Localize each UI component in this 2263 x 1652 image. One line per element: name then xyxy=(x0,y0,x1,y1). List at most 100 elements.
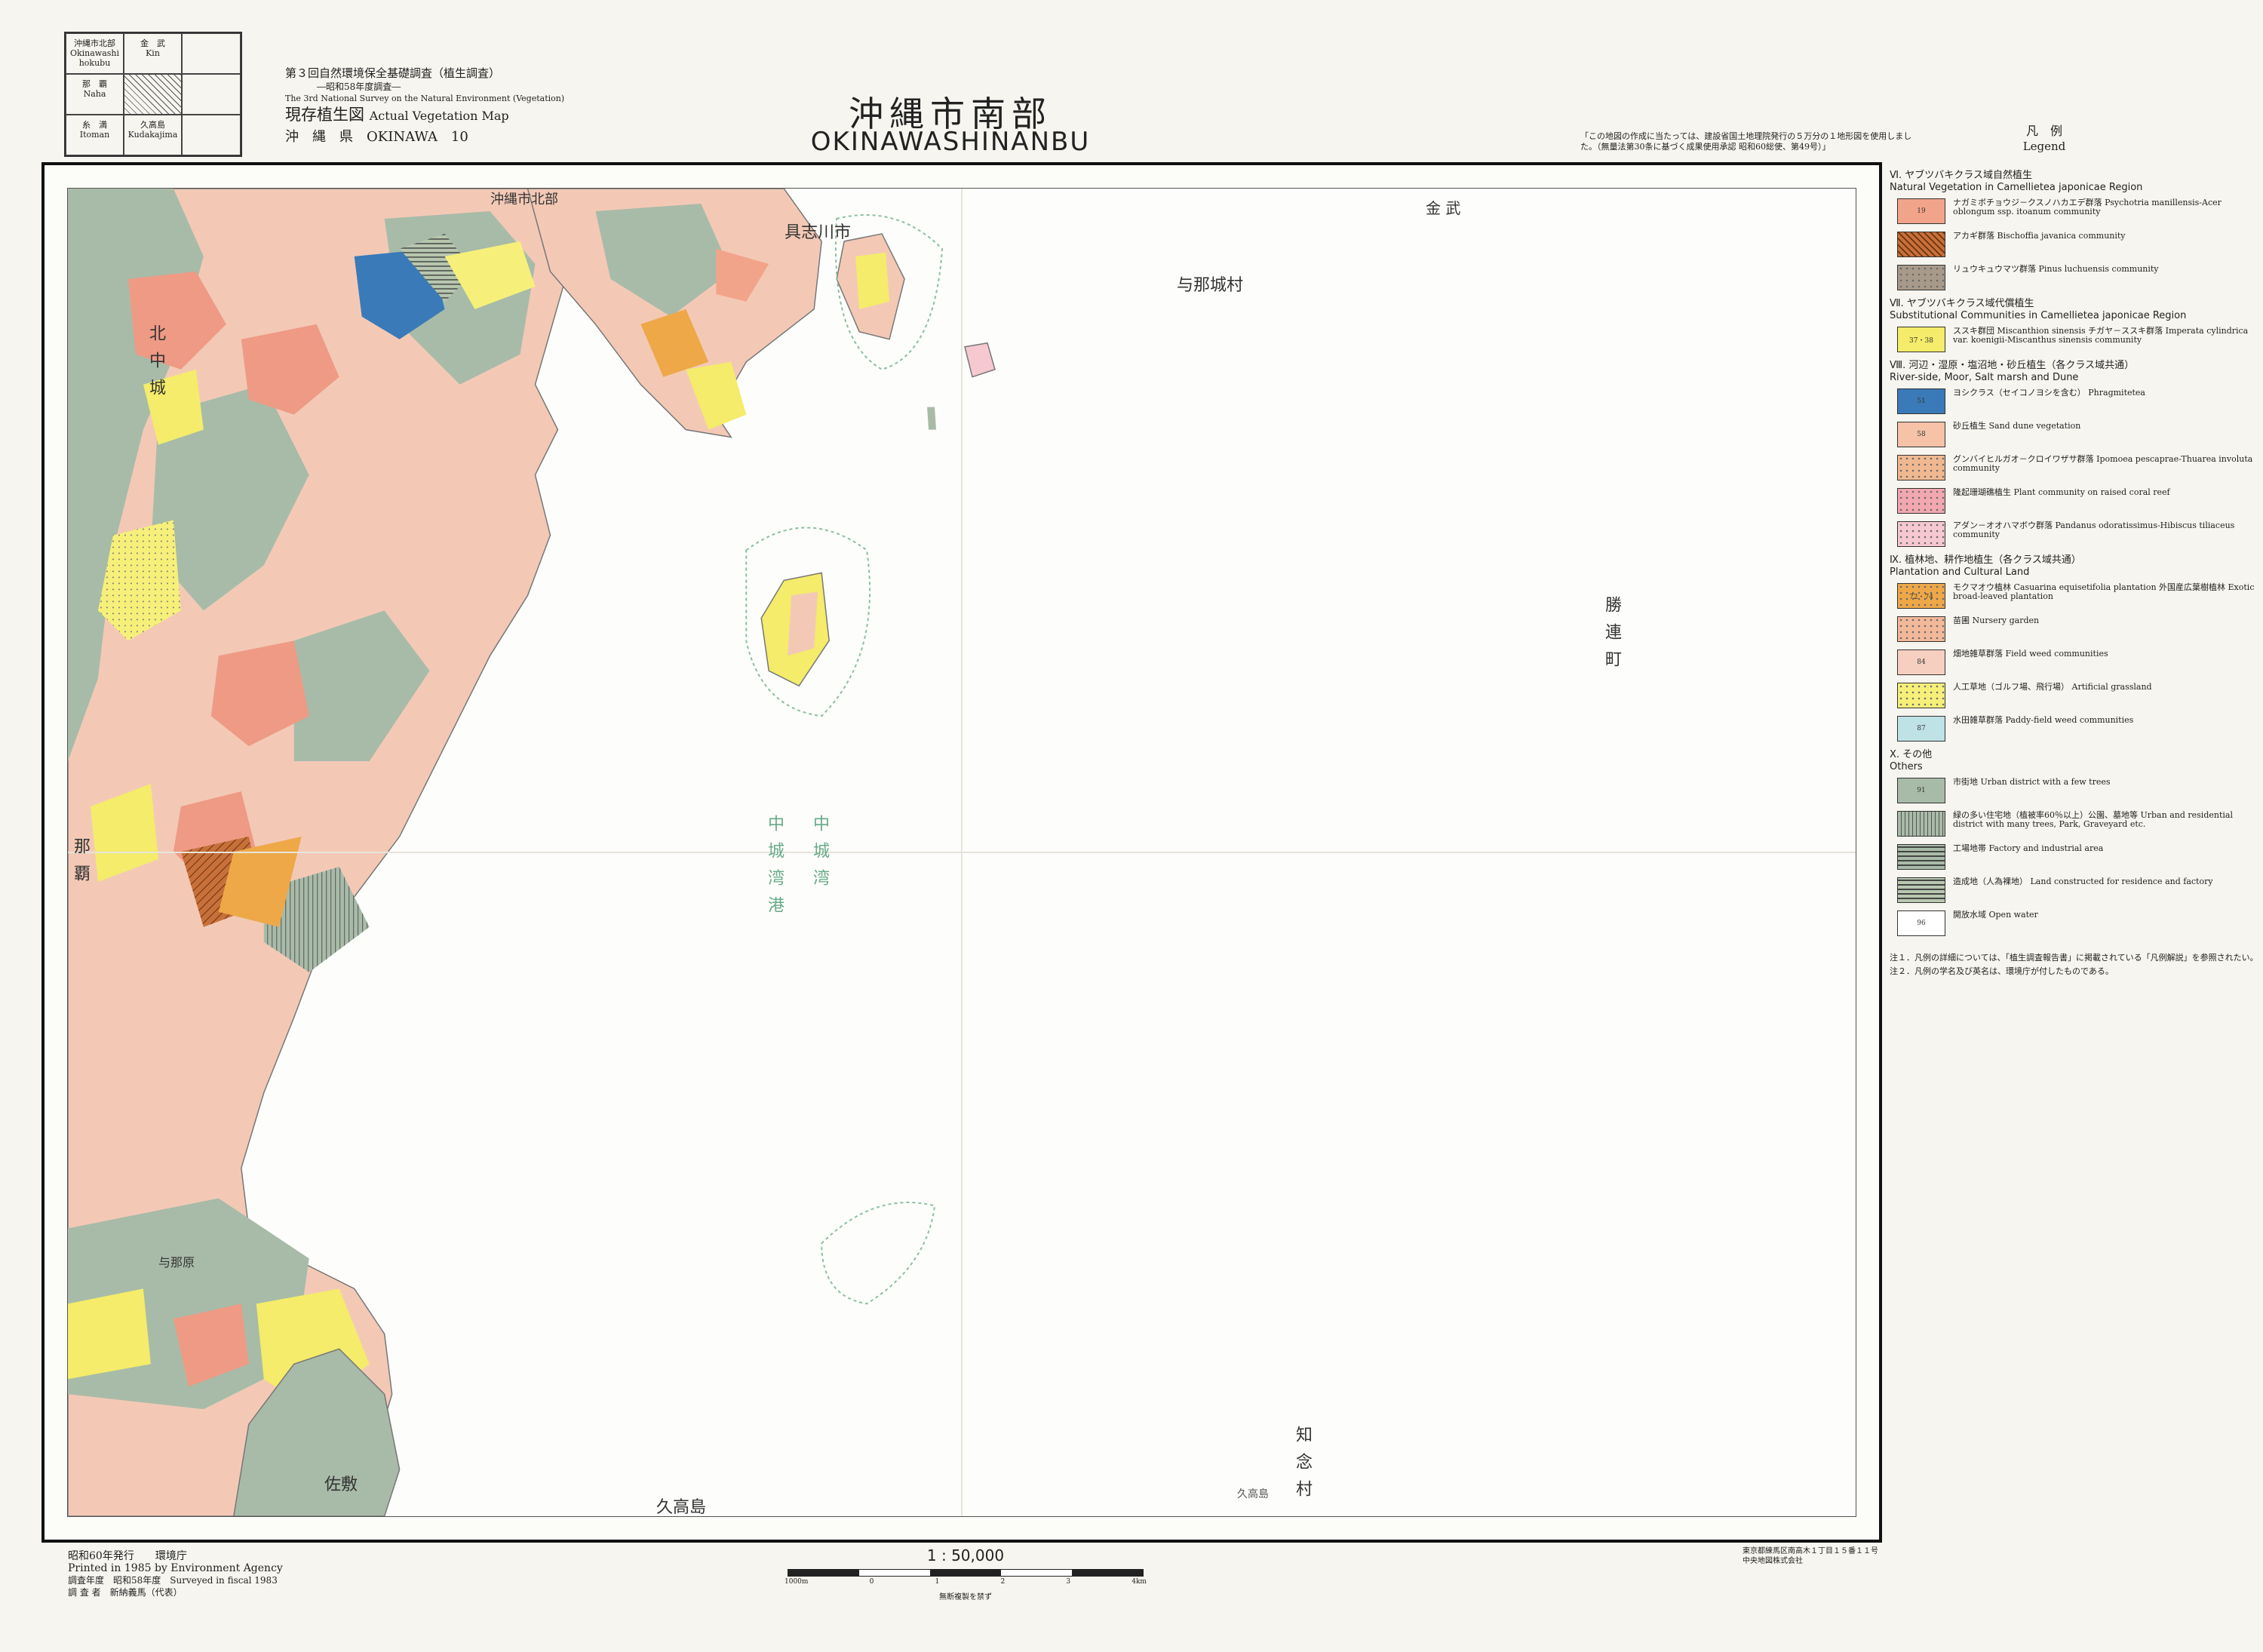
legend-item: グンバイヒルガオ－クロイワザサ群落 Ipomoea pescaprae-Thua… xyxy=(1897,455,2259,481)
legend-item-label: 造成地（人為裸地） Land constructed for residence… xyxy=(1953,877,2213,886)
legend-item-label: リュウキュウマツ群落 Pinus luchuensis community xyxy=(1953,264,2159,274)
legend-item-label: 苗圃 Nursery garden xyxy=(1953,616,2040,625)
legend-title-jp: 凡 例 xyxy=(2025,124,2062,138)
map-title-en: OKINAWASHINANBU xyxy=(810,127,1091,157)
source-note: 「この地図の作成に当たっては、建設省国土地理院発行の５万分の１地形図を使用しまし… xyxy=(1580,131,1912,152)
scale-tick-label: 3 xyxy=(1066,1578,1071,1586)
legend-section-heading: Ⅶ. ヤブツバキクラス域代償植生 Substitutional Communiti… xyxy=(1890,298,2259,322)
legend-item-label: 緑の多い住宅地（植被率60％以上）公園、墓地等 Urban and reside… xyxy=(1953,810,2233,829)
label-sashiki: 佐敷 xyxy=(324,1475,358,1494)
label-nakagusuku-bay: 中城湾 xyxy=(810,815,829,896)
legend-swatch xyxy=(1897,488,1945,514)
legend-section-heading: Ⅹ. その他 Others xyxy=(1890,749,2259,773)
map-area[interactable]: 沖縄市北部 金 武 具志川市 与那城村 勝連町 北中城 知念村 中城湾 中城湾港… xyxy=(67,188,1856,1517)
publication-info: 昭和60年発行 環境庁 Printed in 1985 by Environme… xyxy=(68,1550,283,1598)
survey-line-3: The 3rd National Survey on the Natural E… xyxy=(285,94,565,103)
legend-swatch: 72・74 xyxy=(1897,583,1945,609)
legend-heading-en: River-side, Moor, Salt marsh and Dune xyxy=(1890,372,2079,383)
legend-item-label: アダン－オオハマボウ群落 Pandanus odoratissimus-Hibi… xyxy=(1953,520,2235,539)
legend-item: 緑の多い住宅地（植被率60％以上）公園、墓地等 Urban and reside… xyxy=(1897,811,2259,837)
index-cell-n: 金 武 Kin xyxy=(124,33,182,74)
label-adjacent-north: 沖縄市北部 xyxy=(490,192,558,207)
legend-item-label: 水田雑草群落 Paddy-field weed communities xyxy=(1953,715,2134,725)
label-adjacent-kin: 金 武 xyxy=(1426,199,1461,217)
legend-notes: 注１．凡例の詳細については、「植生調査報告書」に掲載されている「凡例解説」を参照… xyxy=(1890,951,2259,978)
label-kudaka-adjacent: 久高島 xyxy=(656,1498,707,1517)
grass-patch xyxy=(68,1288,151,1380)
legend-swatch: 19 xyxy=(1897,198,1945,224)
legend-item: 58 砂丘植生 Sand dune vegetation xyxy=(1897,422,2259,447)
scale-note: 無断複製を禁ず xyxy=(939,1593,992,1601)
legend-item-label: アカギ群落 Bischoffia javanica community xyxy=(1953,231,2126,241)
legend-heading-en: Plantation and Cultural Land xyxy=(1890,567,2030,578)
legend-heading-jp: Ⅷ. 河辺・湿原・塩沼地・砂丘植生（各クラス域共通） xyxy=(1890,360,2135,371)
legend-item-label: 開放水域 Open water xyxy=(1953,910,2038,920)
legend-item-label: 人工草地（ゴルフ場、飛行場） Artificial grassland xyxy=(1953,682,2152,692)
label-naha-adjacent: 那覇 xyxy=(71,837,90,892)
legend-heading-en: Natural Vegetation in Camellietea japoni… xyxy=(1890,182,2143,193)
legend-item-label: モクマオウ植林 Casuarina equisetifolia plantati… xyxy=(1953,582,2255,601)
legend-section-heading: Ⅷ. 河辺・湿原・塩沼地・砂丘植生（各クラス域共通） River-side, Mo… xyxy=(1890,360,2259,384)
surveyed: 調査年度 昭和58年度 Surveyed in fiscal 1983 xyxy=(68,1575,278,1586)
legend-item-label: 畑地雑草群落 Field weed communities xyxy=(1953,649,2108,659)
legend-swatch: 84 xyxy=(1897,649,1945,675)
printed-en: Printed in 1985 by Environment Agency xyxy=(68,1562,283,1574)
legend-section-heading: Ⅸ. 植林地、耕作地植生（各クラス域共通） Plantation and Cult… xyxy=(1890,554,2259,579)
legend-item: 37・38 ススキ群団 Miscanthion sinensis チガヤ－ススキ群… xyxy=(1897,327,2259,352)
legend-swatch xyxy=(1897,844,1945,870)
scale-label: 1 : 50,000 xyxy=(926,1546,1005,1564)
index-cell-label: 那 覇 xyxy=(82,79,107,89)
legend-swatch xyxy=(1897,683,1945,708)
index-cell-se xyxy=(182,115,241,155)
legend-item-label: ヨシクラス（セイコノヨシを含む） Phragmitetea xyxy=(1953,388,2145,398)
legend-item-label: 隆起珊瑚礁植生 Plant community on raised coral … xyxy=(1953,487,2170,497)
legend-item: 苗圃 Nursery garden xyxy=(1897,616,2259,642)
index-cell-w: 那 覇 Naha xyxy=(66,74,124,115)
prefecture-label: 沖 縄 県 OKINAWA 10 xyxy=(285,129,468,145)
label-chinen: 知念村 xyxy=(1293,1426,1312,1507)
legend-item: 造成地（人為裸地） Land constructed for residence… xyxy=(1897,877,2259,903)
legend-swatch: 58 xyxy=(1897,422,1945,447)
legend-swatch: 96 xyxy=(1897,910,1945,936)
legend-item: 人工草地（ゴルフ場、飛行場） Artificial grassland xyxy=(1897,683,2259,708)
map-type: 現存植生図 Actual Vegetation Map xyxy=(285,106,509,125)
index-cell-ne xyxy=(182,33,241,74)
index-cell-label: 沖縄市北部 xyxy=(74,38,115,48)
legend-item: 84 畑地雑草群落 Field weed communities xyxy=(1897,649,2259,675)
legend-item: 工場地帯 Factory and industrial area xyxy=(1897,844,2259,870)
legend-item: リュウキュウマツ群落 Pinus luchuensis community xyxy=(1897,265,2259,290)
legend-item: 91 市街地 Urban district with a few trees xyxy=(1897,778,2259,803)
scale-tick-label: 4km xyxy=(1132,1578,1147,1586)
scale-tick-label: 1 xyxy=(935,1578,940,1586)
survey-line-1: 第３回自然環境保全基礎調査（植生調査） xyxy=(285,66,501,80)
legend-item: 19 ナガミボチョウジ－クスノハカエデ群落 Psychotria manillen… xyxy=(1897,198,2259,224)
published-jp: 昭和60年発行 環境庁 xyxy=(68,1550,187,1562)
index-cell-nw: 沖縄市北部 Okinawashi hokubu xyxy=(66,33,124,74)
legend-item-label: ナガミボチョウジ－クスノハカエデ群落 Psychotria manillensi… xyxy=(1953,198,2222,216)
legend-item-label: ススキ群団 Miscanthion sinensis チガヤ－ススキ群落 Imp… xyxy=(1953,326,2249,345)
scale-tick-label: 1000m xyxy=(785,1578,809,1586)
scale-ticks: 1000m 0 1 2 3 4km xyxy=(785,1578,1147,1586)
legend-swatch xyxy=(1897,265,1945,290)
index-cell-label-en: Okinawashi hokubu xyxy=(69,48,120,68)
index-cell-label-en: Kudakajima xyxy=(127,130,178,140)
index-cell-e xyxy=(182,74,241,115)
legend-swatch xyxy=(1897,232,1945,257)
legend-item: 96 開放水域 Open water xyxy=(1897,910,2259,936)
legend-item: 87 水田雑草群落 Paddy-field weed communities xyxy=(1897,716,2259,742)
legend-note: 注１．凡例の詳細については、「植生調査報告書」に掲載されている「凡例解説」を参照… xyxy=(1890,953,2258,963)
map-type-en: Actual Vegetation Map xyxy=(369,109,509,123)
legend-heading-jp: Ⅹ. その他 xyxy=(1890,749,1933,760)
legend-item-label: 工場地帯 Factory and industrial area xyxy=(1953,843,2104,853)
legend-item: 隆起珊瑚礁植生 Plant community on raised coral … xyxy=(1897,488,2259,514)
legend-item-label: 砂丘植生 Sand dune vegetation xyxy=(1953,421,2081,431)
index-cell-label: 久高島 xyxy=(140,120,165,130)
vegetation-map xyxy=(68,189,1856,1516)
printer-address: 東京都練馬区南高木１丁目１５番１１号 xyxy=(1743,1547,1878,1555)
islet xyxy=(927,407,937,430)
index-cell-label-en: Naha xyxy=(83,89,106,99)
legend-heading-jp: Ⅸ. 植林地、耕作地植生（各クラス域共通） xyxy=(1890,554,2081,566)
index-cell-sw: 糸 満 Itoman xyxy=(66,115,124,155)
legend-title-en: Legend xyxy=(2022,140,2066,153)
legend-swatch xyxy=(1897,521,1945,547)
